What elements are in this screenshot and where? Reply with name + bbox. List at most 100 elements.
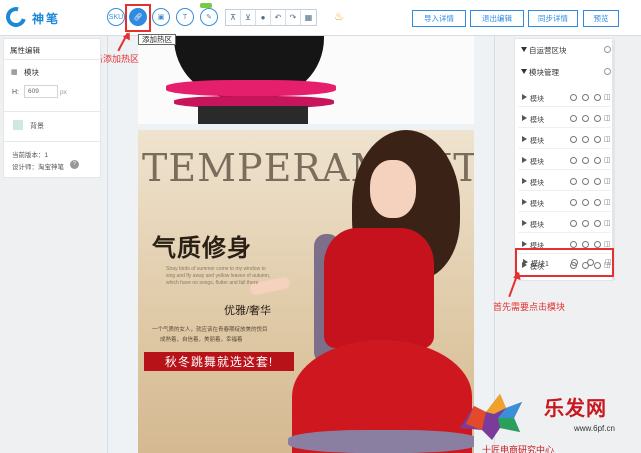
module-row-label: 模块 (530, 159, 544, 166)
property-panel: 属性编辑 ▦ 模块 H: 609 px 背景 当前版本：1 设计师：淘宝神笔 ? (3, 38, 101, 178)
background-color-swatch[interactable] (13, 120, 23, 130)
circle-icon: ● (260, 13, 266, 22)
trash-icon[interactable]: ◫ (604, 177, 611, 185)
watermark-center: 十匠电商研究中心 (482, 445, 555, 453)
module-row-label: 模块 (530, 201, 544, 208)
move-up-button[interactable]: ⊼ (226, 10, 241, 25)
exit-edit-button[interactable]: 退出编辑 (470, 10, 524, 27)
elegant-text: 优雅/奢华 (224, 305, 272, 317)
copy-icon[interactable] (570, 199, 577, 206)
edit-tool-button[interactable]: ✎ (200, 8, 218, 26)
module-row-label: 模块 (530, 96, 544, 103)
save-button[interactable]: ▦ (301, 10, 316, 25)
bell-icon[interactable]: ♨ (334, 10, 344, 23)
copy-icon[interactable] (571, 259, 578, 266)
expand-icon (522, 178, 527, 184)
settings-icon[interactable] (582, 136, 589, 143)
preview-button[interactable]: 预览 (583, 10, 619, 27)
module-row[interactable]: 模块 ◫ (518, 131, 611, 149)
expand-icon (522, 241, 527, 247)
copy-icon[interactable] (570, 94, 577, 101)
move-down-button[interactable]: ⊻ (241, 10, 256, 25)
settings-icon[interactable] (582, 94, 589, 101)
undo-button[interactable]: ↶ (271, 10, 286, 25)
selected-module-highlight[interactable]: 模块1 ◫ (515, 248, 614, 277)
height-label: H: (12, 89, 19, 96)
text-tool-button[interactable]: T (176, 8, 194, 26)
trash-icon[interactable]: ◫ (604, 240, 611, 248)
module-row[interactable]: 模块 ◫ (518, 173, 611, 191)
module-row-label: 模块 (530, 180, 544, 187)
module-row[interactable]: 模块 ◫ (518, 89, 611, 107)
settings-icon[interactable] (582, 220, 589, 227)
eye-icon[interactable] (594, 115, 601, 122)
image-tool-button[interactable]: ▣ (152, 8, 170, 26)
redo-icon: ↷ (289, 13, 297, 22)
module-row-label: 模块 (530, 222, 544, 229)
trash-icon[interactable]: ◫ (605, 258, 612, 266)
module-row[interactable]: 模块 ◫ (518, 194, 611, 212)
module-panel-scrollbar[interactable] (612, 40, 615, 280)
copy-icon[interactable] (570, 241, 577, 248)
module-row[interactable]: 模块 ◫ (518, 110, 611, 128)
divider (4, 141, 100, 142)
module-row[interactable]: 模块 ◫ (518, 152, 611, 170)
settings-icon[interactable] (582, 241, 589, 248)
import-detail-button[interactable]: 导入详情 (412, 10, 466, 27)
module-section-title: 模块管理 (529, 68, 559, 77)
grid-icon: ▦ (11, 69, 18, 76)
eye-icon[interactable] (594, 136, 601, 143)
top-toolbar: 神笔 SKU 🔗︎ ▣ T ✎ ⊼ ⊻ ● ↶ ↷ ▦ ♨ 导入详情 退出编辑 … (0, 0, 641, 36)
sync-detail-button[interactable]: 同步详情 (528, 10, 578, 27)
settings-icon[interactable] (582, 157, 589, 164)
trash-icon[interactable]: ◫ (604, 93, 611, 101)
copy-icon[interactable] (570, 220, 577, 227)
eye-icon[interactable] (594, 241, 601, 248)
expand-icon (522, 220, 527, 226)
text-icon: T (182, 13, 188, 21)
copy-icon[interactable] (570, 115, 577, 122)
height-input[interactable]: 609 (24, 85, 58, 98)
info-icon[interactable] (604, 46, 611, 53)
redo-button[interactable]: ↷ (286, 10, 301, 25)
eye-icon[interactable] (594, 94, 601, 101)
info-icon[interactable] (604, 68, 611, 75)
copy-icon[interactable] (570, 136, 577, 143)
copy-icon[interactable] (570, 178, 577, 185)
sku-button[interactable]: SKU (107, 8, 125, 26)
trash-icon[interactable]: ◫ (604, 135, 611, 143)
divider (4, 111, 100, 112)
eye-icon[interactable] (594, 178, 601, 185)
settings-icon[interactable] (582, 199, 589, 206)
settings-icon[interactable] (582, 115, 589, 122)
watermark-url: www.6pf.cn (574, 424, 615, 433)
trash-icon[interactable]: ◫ (604, 156, 611, 164)
settings-icon[interactable] (582, 178, 589, 185)
module-row[interactable]: 模块 ◫ (518, 215, 611, 233)
trash-icon[interactable]: ◫ (604, 198, 611, 206)
module-row-selected[interactable]: 模块1 ◫ (519, 254, 612, 272)
eye-icon[interactable] (587, 259, 594, 266)
collapse-icon[interactable] (521, 69, 527, 74)
eye-icon[interactable] (594, 199, 601, 206)
property-panel-title: 属性编辑 (10, 46, 40, 55)
tagline-text: 一个气质的女人，就应该在青春期绽放美的悦目 (152, 327, 268, 333)
hotspot-highlight-box (125, 4, 151, 32)
watermark-logo-icon (460, 394, 522, 440)
collapse-icon[interactable] (521, 47, 527, 52)
annotation-click-module: 首先需要点击模块 (493, 302, 566, 312)
height-unit: px (60, 89, 67, 96)
canvas-module-main[interactable]: TEMPERAMENT 气质修身 Stray birds of summer c… (138, 130, 474, 453)
canvas-module-top[interactable] (138, 36, 474, 124)
trash-icon[interactable]: ◫ (604, 114, 611, 122)
eye-icon[interactable] (594, 220, 601, 227)
help-icon[interactable]: ? (70, 160, 79, 169)
trash-icon[interactable]: ◫ (604, 219, 611, 227)
copy-icon[interactable] (570, 157, 577, 164)
module-label: 模块 (24, 68, 39, 77)
align-top-icon: ⊼ (230, 13, 236, 22)
designer-text: 设计师：淘宝神笔 (12, 164, 64, 171)
eye-icon[interactable] (594, 157, 601, 164)
delete-circle-button[interactable]: ● (256, 10, 271, 25)
skirt-frill (166, 80, 336, 96)
